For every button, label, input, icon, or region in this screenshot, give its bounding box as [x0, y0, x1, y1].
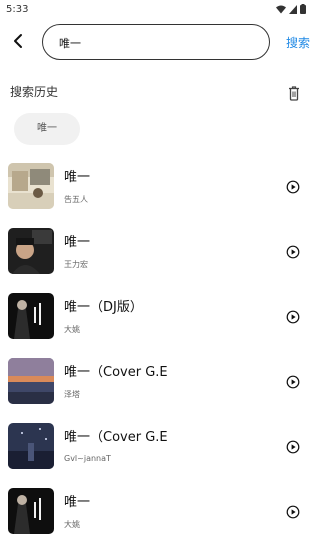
- song-title: 唯一: [64, 495, 91, 510]
- song-artist: Gvl~jannaT: [64, 454, 111, 463]
- play-circle-icon: [286, 505, 300, 519]
- song-artist: 大姚: [64, 325, 80, 334]
- song-artist: 王力宏: [64, 260, 88, 269]
- album-cover: [8, 488, 54, 534]
- search-history-title: 搜索历史: [10, 85, 59, 99]
- song-item[interactable]: 唯一 大姚: [0, 485, 320, 537]
- status-time: 5:33: [6, 4, 29, 15]
- play-button[interactable]: [286, 504, 300, 519]
- play-circle-icon: [286, 440, 300, 454]
- song-title: 唯一: [64, 170, 91, 185]
- song-title: 唯一（Cover G.E: [64, 430, 168, 445]
- album-cover: [8, 228, 54, 274]
- song-item[interactable]: 唯一（Cover G.E 泽塔: [0, 355, 320, 407]
- back-button[interactable]: [8, 30, 30, 52]
- battery-icon: [300, 4, 306, 14]
- song-artist: 泽塔: [64, 390, 80, 399]
- play-circle-icon: [286, 180, 300, 194]
- wifi-icon: [276, 5, 286, 13]
- song-title: 唯一（DJ版）: [64, 300, 143, 315]
- status-icons: [276, 4, 306, 14]
- top-bar: 搜索: [0, 22, 320, 62]
- song-item[interactable]: 唯一 告五人: [0, 160, 320, 212]
- history-chip[interactable]: 唯一: [14, 113, 80, 145]
- song-title: 唯一（Cover G.E: [64, 365, 168, 380]
- song-item[interactable]: 唯一（Cover G.E Gvl~jannaT: [0, 420, 320, 472]
- play-button[interactable]: [286, 309, 300, 324]
- play-circle-icon: [286, 245, 300, 259]
- play-button[interactable]: [286, 179, 300, 194]
- search-box: [42, 24, 270, 60]
- song-artist: 大姚: [64, 520, 80, 529]
- play-button[interactable]: [286, 374, 300, 389]
- signal-icon: [289, 4, 297, 14]
- status-bar: 5:33: [0, 0, 320, 22]
- play-circle-icon: [286, 375, 300, 389]
- song-item[interactable]: 唯一 王力宏: [0, 225, 320, 277]
- song-title: 唯一: [64, 235, 91, 250]
- song-artist: 告五人: [64, 195, 88, 204]
- song-item[interactable]: 唯一（DJ版） 大姚: [0, 290, 320, 342]
- search-input[interactable]: [59, 33, 259, 53]
- chevron-left-icon: [14, 34, 22, 48]
- search-button[interactable]: 搜索: [286, 34, 310, 51]
- play-button[interactable]: [286, 439, 300, 454]
- album-cover: [8, 423, 54, 469]
- trash-icon: [289, 86, 299, 101]
- album-cover: [8, 293, 54, 339]
- play-button[interactable]: [286, 244, 300, 259]
- album-cover: [8, 163, 54, 209]
- album-cover: [8, 358, 54, 404]
- clear-history-button[interactable]: [287, 85, 301, 101]
- play-circle-icon: [286, 310, 300, 324]
